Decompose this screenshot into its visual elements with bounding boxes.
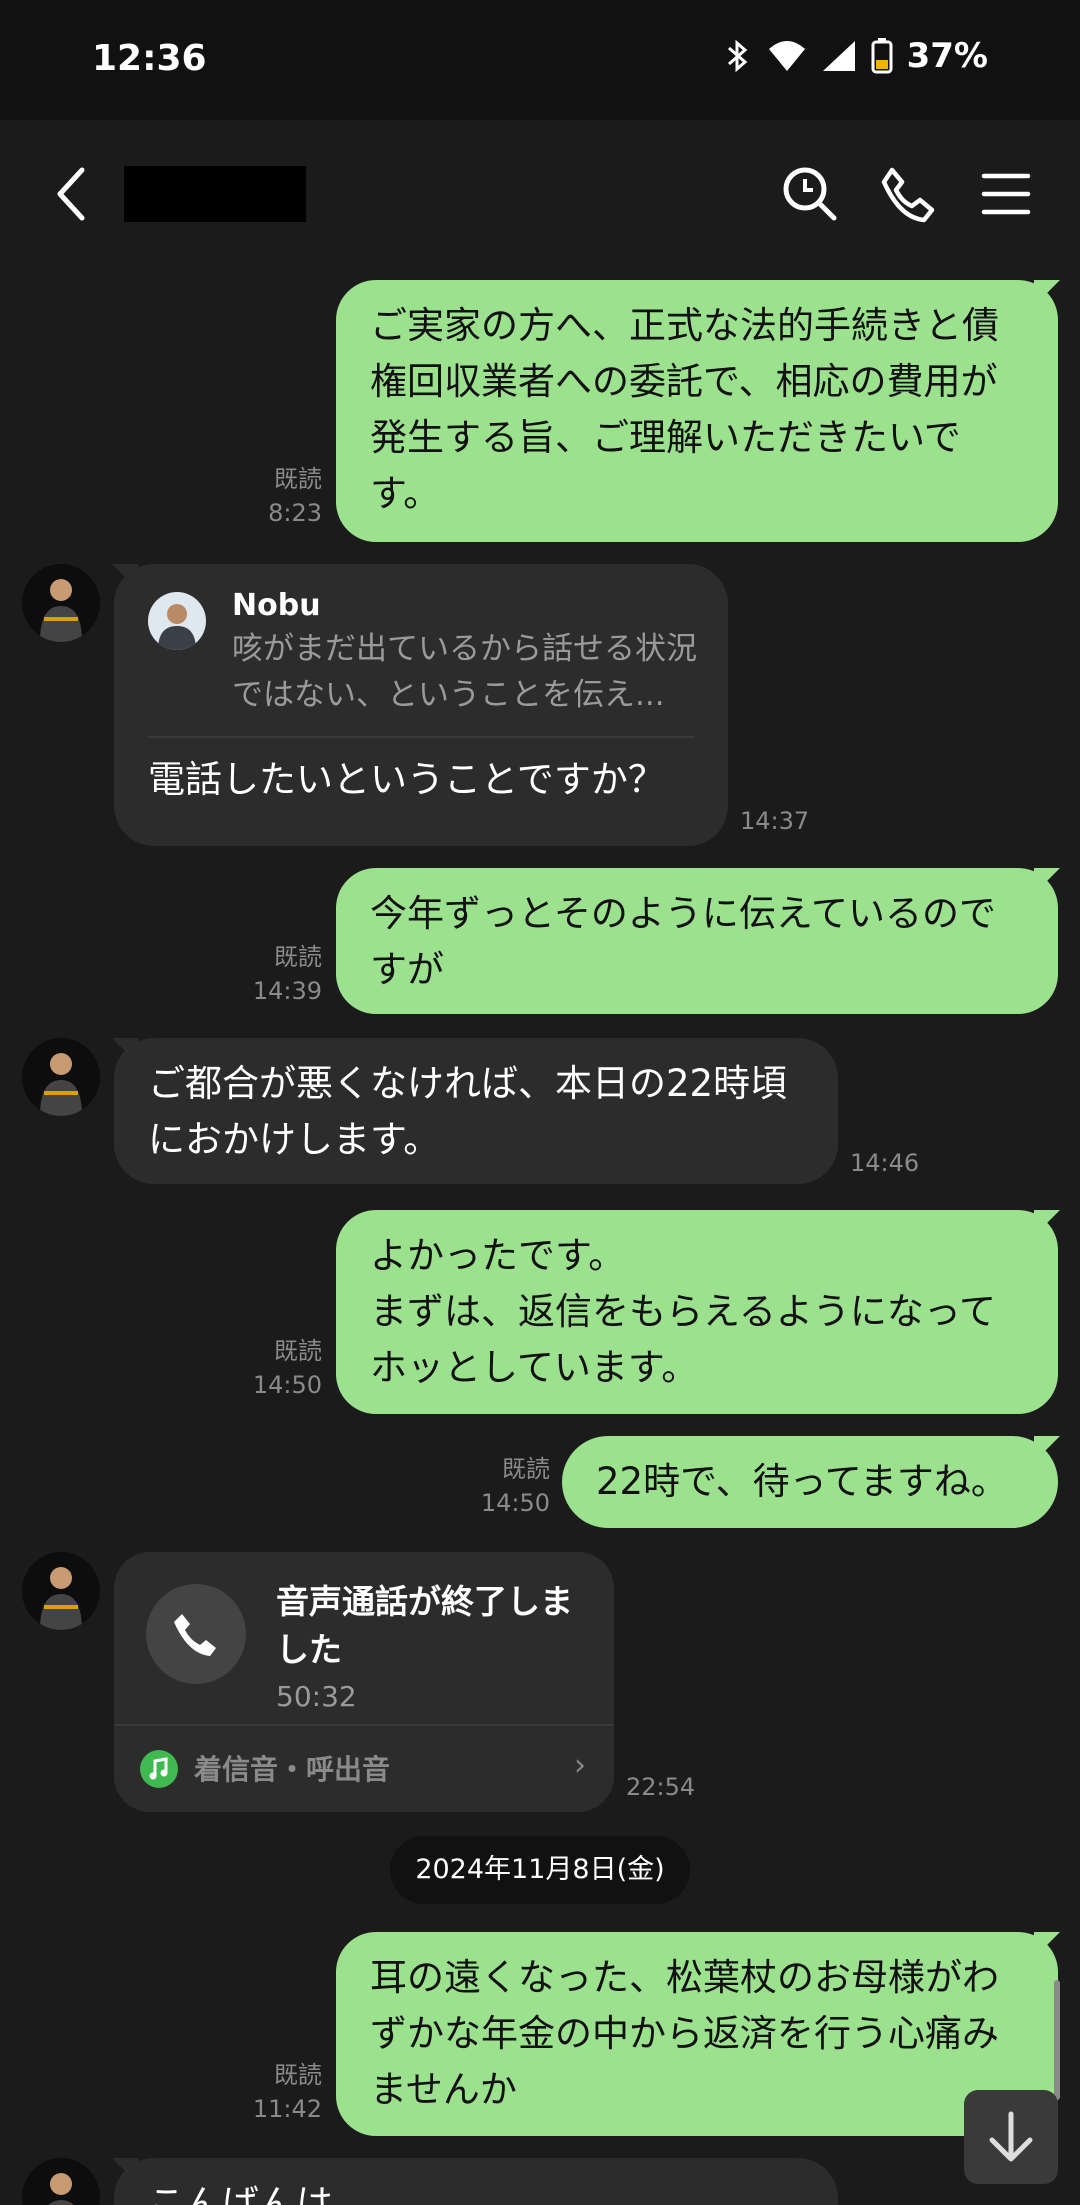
- status-bar: 12:36 37%: [0, 0, 1080, 120]
- search-icon[interactable]: [780, 164, 840, 224]
- quote-avatar: [148, 592, 206, 650]
- avatar[interactable]: [22, 1552, 100, 1630]
- read-label: 既読: [274, 2061, 322, 2089]
- message-bubble-incoming[interactable]: ご都合が悪くなければ、本日の22時頃におかけします。: [114, 1038, 838, 1184]
- read-label: 既読: [274, 1337, 322, 1365]
- avatar[interactable]: [22, 1038, 100, 1116]
- read-label: 既読: [502, 1455, 550, 1483]
- message-text-line: まずは、返信をもらえるようになってホッとしています。: [370, 1290, 997, 1389]
- message-meta: 既読 14:50: [240, 1334, 322, 1402]
- timestamp: 14:46: [850, 1149, 920, 1177]
- avatar-image: [48, 2173, 74, 2205]
- phone-icon: [174, 1614, 216, 1656]
- timestamp: 14:37: [740, 807, 810, 835]
- message-meta: 既読 14:39: [240, 940, 322, 1008]
- quote-text: 咳がまだ出ているから話せる状況ではない、ということを伝え...: [232, 631, 697, 713]
- chat-area[interactable]: 既読 8:23 ご実家の方へ、正式な法的手続きと債権回収業者への委託で、相応の費…: [0, 268, 1080, 2205]
- reply-quote[interactable]: Nobu 咳がまだ出ているから話せる状況ではない、ということを伝え...: [148, 586, 697, 738]
- message-meta: 既読 11:42: [240, 2058, 322, 2126]
- message-bubble-incoming[interactable]: こんばんは: [114, 2158, 838, 2205]
- status-time: 12:36: [92, 38, 207, 79]
- timestamp: 14:39: [252, 977, 322, 1005]
- battery-percent: 37%: [906, 36, 988, 76]
- message-text: こんばんは: [148, 2182, 333, 2205]
- quote-sender-name: Nobu: [232, 588, 321, 623]
- avatar-image: [40, 579, 82, 642]
- message-meta: 既読 14:50: [470, 1452, 550, 1520]
- avatar[interactable]: [22, 2158, 100, 2205]
- read-label: 既読: [274, 943, 322, 971]
- phone-icon[interactable]: [878, 164, 938, 224]
- chevron-right-icon: ›: [574, 1748, 586, 1783]
- message-bubble-outgoing[interactable]: よかったです。 まずは、返信をもらえるようになってホッとしています。: [336, 1210, 1058, 1414]
- timestamp: 14:50: [252, 1371, 322, 1399]
- ringtone-label: 着信音・呼出音: [194, 1753, 391, 1786]
- message-text: 電話したいということですか？: [148, 758, 665, 801]
- contact-name-redacted: [124, 166, 306, 222]
- battery-icon: [871, 38, 893, 74]
- avatar-image: [40, 1053, 82, 1116]
- message-text: 22時で、待ってますね。: [596, 1460, 1008, 1503]
- date-separator: 2024年11月8日(金): [390, 1836, 690, 1904]
- call-icon-circle: [146, 1584, 246, 1684]
- music-note-icon: [140, 1750, 178, 1788]
- read-label: 既読: [274, 465, 322, 493]
- wifi-icon: [768, 41, 805, 71]
- call-title: 音声通話が終了しました: [276, 1582, 573, 1669]
- message-bubble-outgoing[interactable]: 今年ずっとそのように伝えているのですが: [336, 868, 1058, 1014]
- scroll-to-bottom-button[interactable]: [964, 2090, 1058, 2184]
- call-ended-card[interactable]: 音声通話が終了しました 50:32 着信音・呼出音 ›: [114, 1552, 614, 1812]
- arrow-down-icon: [989, 2111, 1033, 2162]
- timestamp: 22:54: [626, 1773, 696, 1801]
- status-icons: 37%: [723, 36, 988, 76]
- message-bubble-incoming-reply[interactable]: Nobu 咳がまだ出ているから話せる状況ではない、ということを伝え... 電話し…: [114, 564, 728, 846]
- chevron-left-icon[interactable]: [52, 164, 92, 224]
- message-text: ご実家の方へ、正式な法的手続きと債権回収業者への委託で、相応の費用が発生する旨、…: [370, 304, 999, 515]
- chat-header: [0, 120, 1080, 268]
- message-text: 今年ずっとそのように伝えているのですが: [370, 892, 997, 991]
- bluetooth-icon: [727, 39, 747, 73]
- signal-icon: [822, 41, 855, 71]
- timestamp: 11:42: [252, 2095, 322, 2123]
- timestamp: 14:50: [480, 1489, 550, 1517]
- menu-icon[interactable]: [976, 164, 1036, 224]
- timestamp: 8:23: [268, 499, 322, 527]
- message-text: 耳の遠くなった、松葉杖のお母様がわずかな年金の中から返済を行う心痛みませんか: [370, 1956, 999, 2111]
- ringtone-row[interactable]: 着信音・呼出音 ›: [114, 1724, 614, 1812]
- call-duration: 50:32: [276, 1680, 357, 1713]
- message-meta: 既読 8:23: [240, 462, 322, 530]
- message-bubble-outgoing[interactable]: ご実家の方へ、正式な法的手続きと債権回収業者への委託で、相応の費用が発生する旨、…: [336, 280, 1058, 542]
- message-bubble-outgoing[interactable]: 22時で、待ってますね。: [562, 1436, 1058, 1528]
- message-text: ご都合が悪くなければ、本日の22時頃におかけします。: [148, 1062, 788, 1161]
- message-bubble-outgoing[interactable]: 耳の遠くなった、松葉杖のお母様がわずかな年金の中から返済を行う心痛みませんか: [336, 1932, 1058, 2136]
- scrollbar[interactable]: [1054, 1980, 1060, 2100]
- message-text-line: よかったです。: [370, 1234, 626, 1277]
- avatar[interactable]: [22, 564, 100, 642]
- avatar-image: [40, 1567, 82, 1630]
